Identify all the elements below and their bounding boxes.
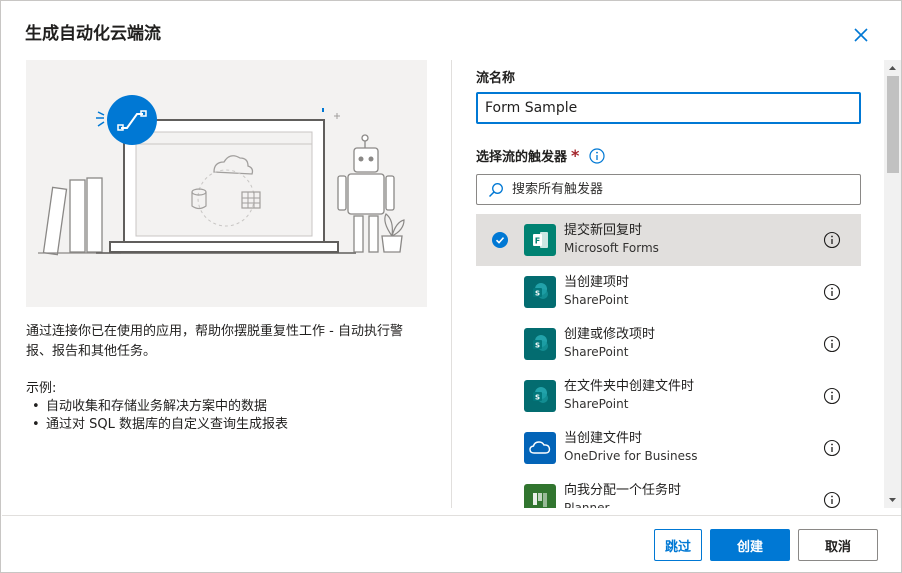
trigger-item-onedrive-file-created[interactable]: 当创建文件时 OneDrive for Business [476, 422, 861, 474]
trigger-item-sharepoint-item-created-or-modified[interactable]: S 创建或修改项时 SharePoint [476, 318, 861, 370]
trigger-name: 向我分配一个任务时 [564, 483, 682, 498]
trigger-connector: SharePoint [564, 293, 629, 307]
cancel-button[interactable]: 取消 [798, 529, 878, 561]
dialog-title: 生成自动化云端流 [25, 24, 161, 44]
svg-text:S: S [535, 342, 540, 350]
forms-icon: F [524, 224, 556, 256]
info-icon[interactable] [823, 231, 841, 249]
scroll-up-arrow-icon[interactable] [884, 61, 901, 75]
examples-list: 自动收集和存储业务解决方案中的数据 通过对 SQL 数据库的自定义查询生成报表 [26, 398, 428, 434]
info-icon[interactable] [823, 491, 841, 508]
trigger-item-planner-task-assigned[interactable]: 向我分配一个任务时 Planner [476, 474, 861, 508]
trigger-text: 创建或修改项时 SharePoint [564, 326, 655, 361]
scrollbar-thumb[interactable] [887, 76, 899, 173]
trigger-label: 选择流的触发器 [476, 150, 568, 165]
laptop-illustration [38, 95, 405, 256]
trigger-name: 当创建项时 [564, 275, 630, 290]
trigger-connector: OneDrive for Business [564, 449, 698, 463]
trigger-item-sharepoint-item-created[interactable]: S 当创建项时 SharePoint [476, 266, 861, 318]
trigger-connector: Planner [564, 501, 610, 508]
trigger-search-input[interactable] [512, 182, 842, 197]
right-pane: 流名称 选择流的触发器 * [476, 60, 886, 508]
trigger-text: 向我分配一个任务时 Planner [564, 482, 681, 508]
trigger-connector: SharePoint [564, 397, 629, 411]
required-mark: * [571, 146, 580, 165]
sharepoint-icon: S [524, 380, 556, 412]
close-button[interactable] [849, 23, 873, 47]
example-item: 自动收集和存储业务解决方案中的数据 [26, 398, 428, 416]
trigger-connector: Microsoft Forms [564, 241, 659, 255]
trigger-item-forms-new-response[interactable]: F 提交新回复时 Microsoft Forms [476, 214, 861, 266]
left-pane: 通过连接你已在使用的应用，帮助你摆脱重复性工作 - 自动执行警报、报告和其他任务… [26, 60, 428, 434]
sharepoint-icon: S [524, 276, 556, 308]
info-icon[interactable] [823, 283, 841, 301]
onedrive-icon [524, 432, 556, 464]
illustration [26, 60, 427, 307]
checkmark-circle-icon [492, 232, 508, 248]
trigger-list: F 提交新回复时 Microsoft Forms S 当创建项时 SharePo… [476, 214, 861, 508]
scroll-down-arrow-icon[interactable] [884, 493, 901, 507]
info-icon[interactable] [823, 439, 841, 457]
info-icon[interactable] [823, 387, 841, 405]
trigger-name: 创建或修改项时 [564, 327, 656, 342]
svg-text:S: S [535, 290, 540, 298]
close-icon [854, 28, 868, 42]
description-text: 通过连接你已在使用的应用，帮助你摆脱重复性工作 - 自动执行警报、报告和其他任务… [26, 324, 403, 359]
trigger-text: 在文件夹中创建文件时 SharePoint [564, 378, 694, 413]
trigger-name: 提交新回复时 [564, 223, 643, 238]
flow-name-input[interactable] [476, 92, 861, 124]
trigger-text: 当创建文件时 OneDrive for Business [564, 430, 697, 465]
search-icon [488, 182, 503, 197]
info-icon[interactable] [823, 335, 841, 353]
planner-icon [524, 484, 556, 508]
trigger-search-box[interactable] [476, 174, 861, 205]
info-icon[interactable] [589, 147, 605, 164]
svg-text:S: S [535, 394, 540, 402]
example-item: 通过对 SQL 数据库的自定义查询生成报表 [26, 416, 428, 434]
trigger-label-row: 选择流的触发器 * [476, 146, 886, 165]
trigger-text: 提交新回复时 Microsoft Forms [564, 222, 659, 257]
footer-divider [2, 515, 901, 516]
trigger-name: 当创建文件时 [564, 431, 643, 446]
trigger-item-sharepoint-file-created-in-folder[interactable]: S 在文件夹中创建文件时 SharePoint [476, 370, 861, 422]
create-button[interactable]: 创建 [710, 529, 790, 561]
skip-button[interactable]: 跳过 [654, 529, 702, 561]
trigger-text: 当创建项时 SharePoint [564, 274, 629, 309]
trigger-connector: SharePoint [564, 345, 629, 359]
trigger-name: 在文件夹中创建文件时 [564, 379, 695, 394]
pane-divider [451, 60, 452, 508]
create-flow-dialog: 生成自动化云端流 通过连接你已在使用的应用，帮助你摆脱重复性工作 - 自动执行警… [0, 0, 902, 573]
svg-text:F: F [535, 237, 540, 246]
sharepoint-icon: S [524, 328, 556, 360]
examples-title: 示例: [26, 381, 57, 396]
flow-name-label: 流名称 [476, 71, 516, 86]
